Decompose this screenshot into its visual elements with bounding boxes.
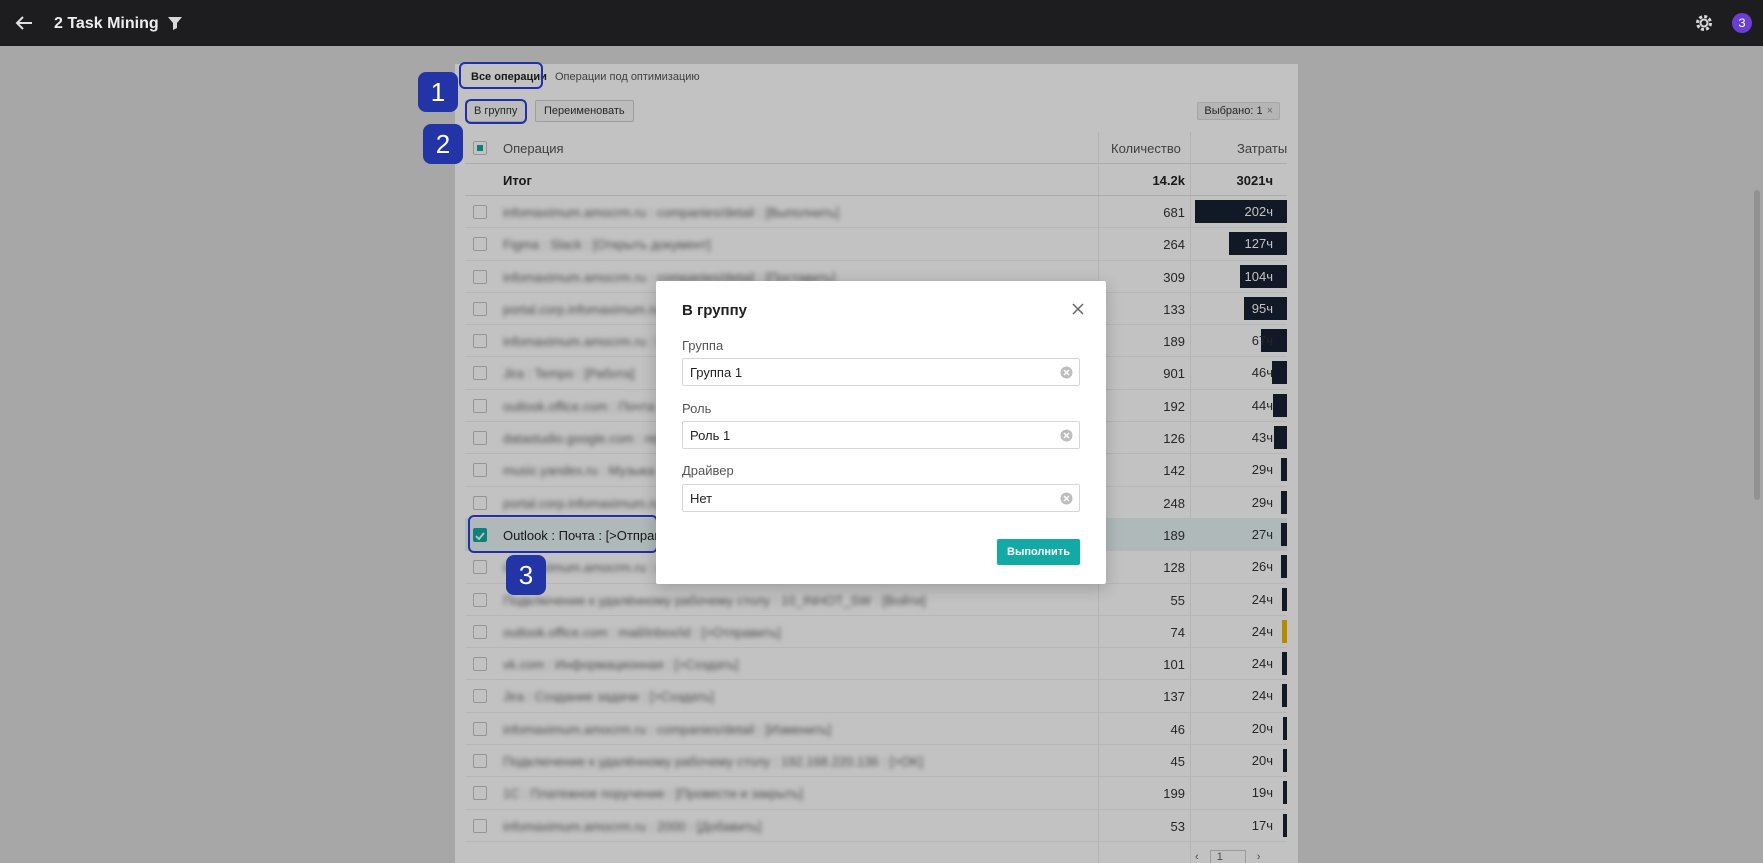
close-icon[interactable] [1070,301,1086,317]
driver-value: Нет [690,491,713,506]
group-value: Группа 1 [690,365,743,380]
group-label: Группа [682,338,724,353]
clear-icon[interactable] [1060,429,1073,442]
avatar[interactable]: З [1732,13,1752,33]
callout-all-operations [459,62,543,89]
to-group-dialog: В группу Группа Группа 1 Роль Роль 1 Дра… [656,281,1106,584]
role-value: Роль 1 [690,428,731,443]
filter-icon[interactable] [166,14,184,32]
role-label: Роль [682,401,712,416]
callout-group-button [465,99,527,124]
scrollbar[interactable] [1754,190,1760,500]
execute-button[interactable]: Выполнить [997,539,1080,565]
annotation-badge-1: 1 [418,72,458,112]
app-title: 2 Task Mining [54,15,159,32]
group-field[interactable]: Группа 1 [682,358,1080,386]
clear-icon[interactable] [1060,492,1073,505]
back-arrow-icon[interactable] [12,11,36,35]
role-field[interactable]: Роль 1 [682,421,1080,449]
driver-field[interactable]: Нет [682,484,1080,512]
annotation-badge-2: 2 [423,124,463,164]
gear-icon[interactable] [1694,13,1714,33]
callout-selected-row [468,515,658,553]
dialog-title: В группу [682,302,748,319]
annotation-badge-3: 3 [506,555,546,595]
driver-label: Драйвер [682,463,734,478]
top-bar: 2 Task Mining З [0,0,1763,46]
clear-icon[interactable] [1060,366,1073,379]
